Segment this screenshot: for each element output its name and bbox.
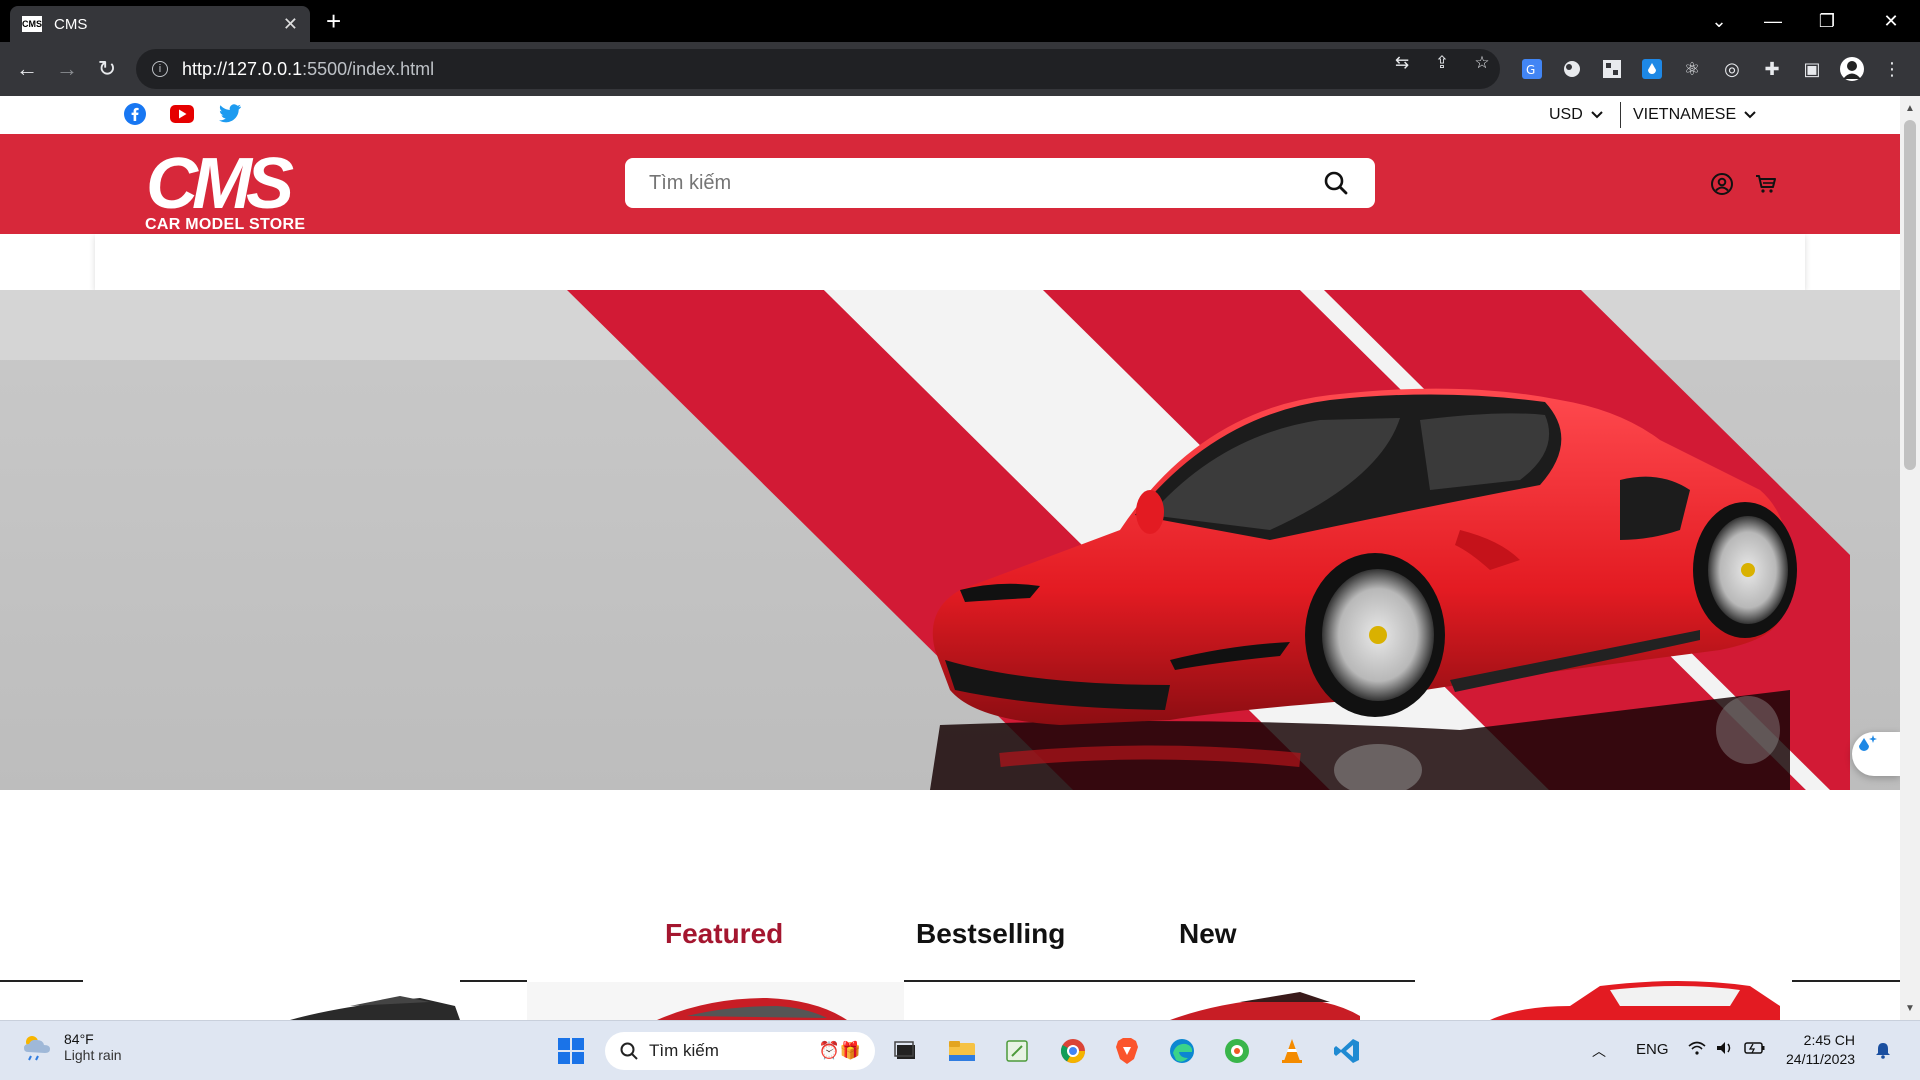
qr-code-extension-icon[interactable] [1598, 55, 1626, 83]
user-account-icon[interactable] [1708, 170, 1736, 198]
url-path: :5500/index.html [302, 58, 435, 79]
minimize-button[interactable]: — [1746, 0, 1800, 42]
facebook-icon[interactable] [122, 101, 148, 127]
logo-text: CMS [146, 144, 294, 224]
tab-new[interactable]: New [1179, 918, 1237, 950]
chrome-icon[interactable] [1055, 1033, 1091, 1069]
product-thumbnail[interactable] [280, 976, 460, 1020]
tab-title: CMS [54, 15, 88, 33]
browser-tabbar: CMS CMS ✕ + ⌄ — ❐ ✕ [0, 0, 1920, 42]
site-info-icon[interactable]: i [152, 61, 168, 77]
cart-icon[interactable] [1752, 170, 1780, 198]
browser-toolbar: ← → ↻ i http://127.0.0.1 :5500/index.htm… [0, 42, 1920, 96]
side-panel-icon[interactable]: ▣ [1798, 55, 1826, 83]
notification-bell-icon[interactable] [1874, 1041, 1892, 1063]
product-thumbnail[interactable] [1160, 976, 1360, 1020]
extension-icon[interactable] [1558, 55, 1586, 83]
tab-favicon: CMS [22, 16, 42, 32]
scrollbar-thumb[interactable] [1904, 120, 1916, 470]
restore-button[interactable]: ❐ [1800, 0, 1854, 42]
clock-date: 24/11/2023 [1786, 1051, 1856, 1067]
vlc-icon[interactable] [1274, 1033, 1310, 1069]
water-drop-extension-icon[interactable] [1638, 55, 1666, 83]
address-bar[interactable]: i http://127.0.0.1 :5500/index.html [136, 49, 1500, 89]
chevron-down-icon [1744, 106, 1756, 124]
tab-bestselling[interactable]: Bestselling [916, 918, 1065, 950]
page-viewport: USD VIETNAMESE CMS CAR MODEL STORE Tìm k… [0, 96, 1900, 1020]
section-divider [460, 980, 527, 982]
weather-condition: Light rain [64, 1047, 122, 1063]
close-window-button[interactable]: ✕ [1864, 0, 1918, 42]
reload-button[interactable]: ↻ [92, 54, 122, 84]
notepad-icon[interactable] [999, 1033, 1035, 1069]
task-view-icon[interactable] [888, 1033, 924, 1069]
tab-featured[interactable]: Featured [665, 918, 783, 950]
weather-widget[interactable]: 84°F Light rain [20, 1031, 122, 1063]
search-input[interactable] [649, 171, 1321, 195]
windows-taskbar: 84°F Light rain Tìm kiếm ⏰🎁 ︿ ENG 2:45 C… [0, 1020, 1920, 1080]
bookmark-star-icon[interactable]: ☆ [1471, 52, 1493, 74]
search-box [625, 158, 1375, 208]
scroll-down-icon[interactable]: ▼ [1900, 998, 1920, 1018]
scroll-up-icon[interactable]: ▲ [1900, 98, 1920, 118]
floating-helper-widget[interactable] [1852, 732, 1900, 776]
browser-tab[interactable]: CMS CMS ✕ [10, 6, 310, 42]
top-strip: USD VIETNAMESE [0, 96, 1900, 134]
back-button[interactable]: ← [12, 54, 42, 84]
chevron-down-icon [1591, 106, 1603, 124]
google-translate-extension-icon[interactable]: G [1518, 55, 1546, 83]
site-header: CMS CAR MODEL STORE [0, 134, 1900, 234]
product-thumbnail[interactable] [1480, 976, 1780, 1020]
site-logo[interactable]: CMS CAR MODEL STORE [120, 140, 312, 233]
file-explorer-icon[interactable] [944, 1033, 980, 1069]
taskbar-search[interactable]: Tìm kiếm ⏰🎁 [605, 1032, 875, 1070]
brave-icon[interactable] [1109, 1033, 1145, 1069]
coccoc-browser-icon[interactable] [1219, 1033, 1255, 1069]
language-select[interactable]: VIETNAMESE [1633, 106, 1756, 124]
windows-start-icon[interactable] [553, 1033, 589, 1069]
svg-text:G: G [1526, 63, 1535, 77]
close-tab-icon[interactable]: ✕ [283, 14, 298, 35]
edge-icon[interactable] [1164, 1033, 1200, 1069]
show-hidden-icons-chevron[interactable]: ︿ [1592, 1041, 1606, 1061]
hero-banner[interactable] [0, 290, 1900, 790]
section-divider [0, 980, 83, 982]
react-devtools-icon[interactable]: ⚛ [1678, 55, 1706, 83]
browser-menu-icon[interactable]: ⋮ [1878, 55, 1906, 83]
topbar-divider [1620, 102, 1621, 128]
target-extension-icon[interactable]: ◎ [1718, 55, 1746, 83]
forward-button[interactable]: → [52, 54, 82, 84]
battery-icon[interactable] [1744, 1041, 1766, 1059]
new-tab-button[interactable]: + [326, 6, 341, 36]
system-clock[interactable]: 2:45 CH 24/11/2023 [1786, 1031, 1855, 1069]
profile-avatar[interactable] [1838, 55, 1866, 83]
wifi-icon[interactable] [1688, 1041, 1706, 1059]
product-thumbnail[interactable] [527, 976, 904, 1020]
clock-time: 2:45 CH [1803, 1032, 1856, 1048]
weather-temperature: 84°F [64, 1031, 94, 1047]
language-value: VIETNAMESE [1633, 106, 1737, 123]
search-icon[interactable] [1321, 168, 1351, 198]
hero-car-illustration [0, 290, 1900, 790]
input-language[interactable]: ENG [1636, 1041, 1669, 1058]
url-host: http://127.0.0.1 [182, 58, 303, 79]
rain-cloud-icon [24, 1036, 50, 1061]
youtube-icon[interactable] [169, 101, 195, 127]
currency-value: USD [1549, 106, 1583, 123]
vscode-icon[interactable] [1329, 1033, 1365, 1069]
page-scrollbar[interactable]: ▲ ▼ [1900, 96, 1920, 1020]
twitter-icon[interactable] [217, 101, 243, 127]
alarm-gift-icon: ⏰🎁 [818, 1041, 861, 1060]
section-divider [1792, 980, 1900, 982]
taskbar-search-placeholder: Tìm kiếm [649, 1041, 719, 1060]
tab-search-icon[interactable]: ⌄ [1692, 0, 1746, 42]
volume-icon[interactable] [1716, 1041, 1734, 1059]
share-icon[interactable]: ⇪ [1431, 52, 1453, 74]
extensions-puzzle-icon[interactable]: ✚ [1758, 55, 1786, 83]
navigation-menu [95, 234, 1805, 290]
translate-icon[interactable]: ⇆ [1391, 52, 1413, 74]
currency-select[interactable]: USD [1549, 106, 1603, 124]
search-icon [620, 1042, 638, 1060]
logo-subtitle: CAR MODEL STORE [145, 216, 306, 233]
